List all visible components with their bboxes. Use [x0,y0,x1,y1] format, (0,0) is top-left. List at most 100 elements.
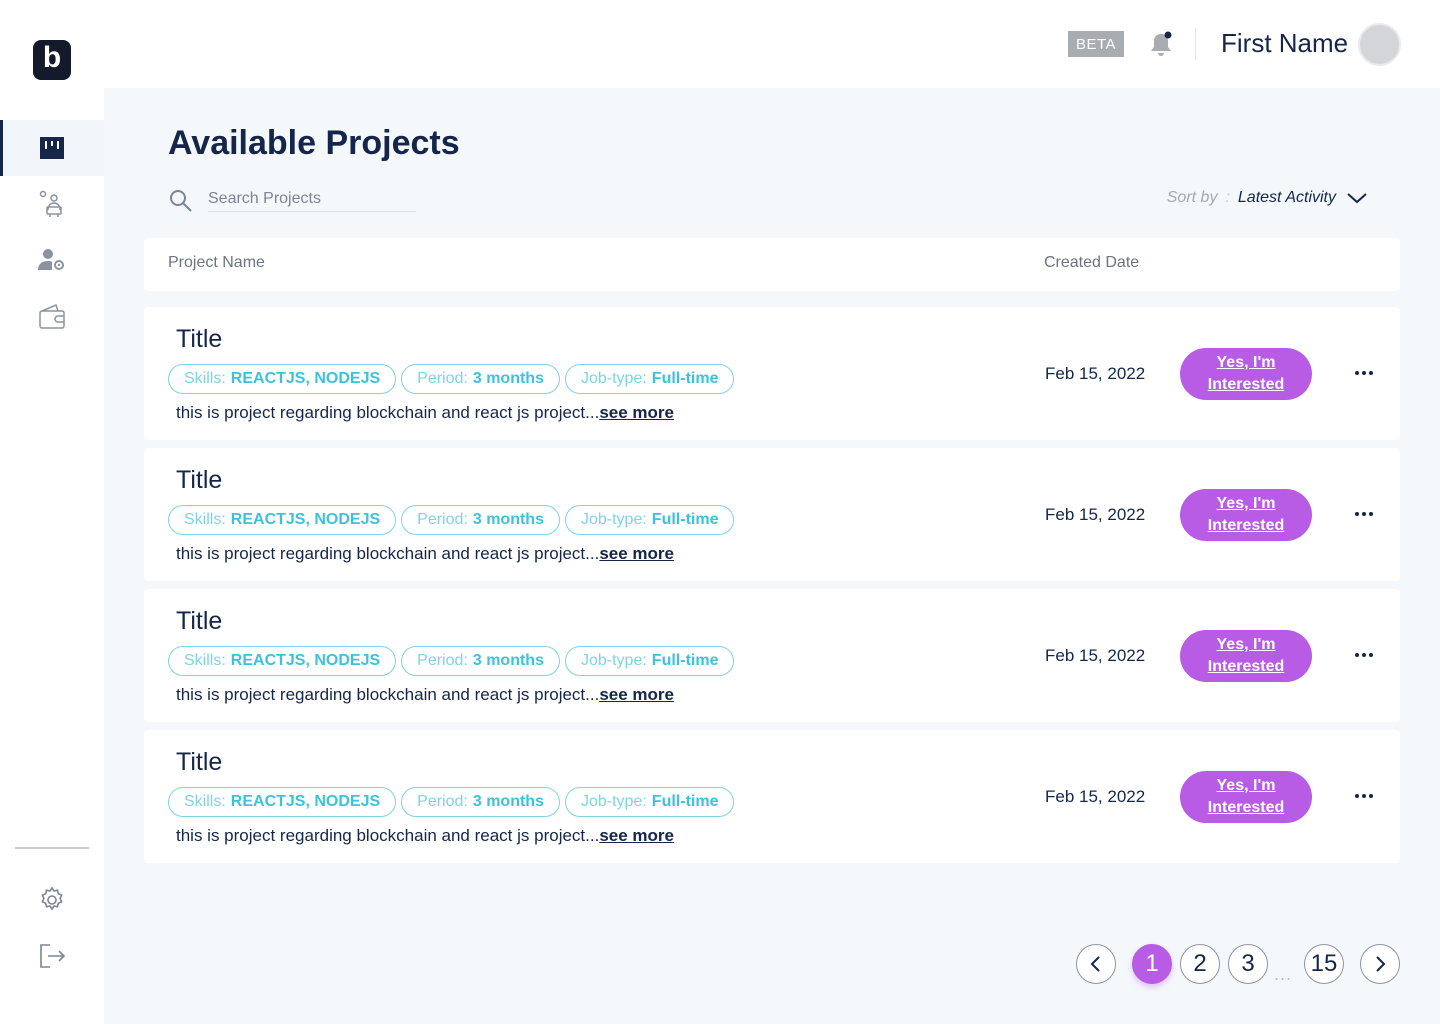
interested-button[interactable]: Yes, I'm Interested [1180,348,1312,400]
project-description: this is project regarding blockchain and… [176,685,674,705]
see-more-link[interactable]: see more [599,544,674,563]
chip-value: Full-time [651,652,719,669]
period-chip: Period: 3 months [401,646,560,676]
project-tags: Skills: REACTJS, NODEJS Period: 3 months J… [168,787,735,817]
logo-letter: b [42,41,62,74]
project-title[interactable]: Title [176,607,222,636]
project-tags: Skills: REACTJS, NODEJS Period: 3 months J… [168,364,735,394]
next-page-button[interactable] [1360,944,1400,984]
table-row[interactable]: Title Skills: REACTJS, NODEJS Period: 3 mo… [144,448,1400,581]
sidebar-item-user-settings[interactable] [0,232,104,288]
table-row[interactable]: Title Skills: REACTJS, NODEJS Period: 3 mo… [144,589,1400,722]
project-title[interactable]: Title [176,748,222,777]
page-button-2[interactable]: 2 [1180,944,1220,984]
column-header-project-name: Project Name [168,254,265,271]
interested-button[interactable]: Yes, I'm Interested [1180,489,1312,541]
interested-button[interactable]: Yes, I'm Interested [1180,771,1312,823]
chip-value: 3 months [472,511,544,528]
main-content: Available Projects Sort by : Latest Acti… [104,88,1440,1024]
logout-icon [40,944,66,968]
pagination-ellipsis: ... [1274,964,1293,984]
period-chip: Period: 3 months [401,787,560,817]
page-button-3[interactable]: 3 [1228,944,1268,984]
project-title[interactable]: Title [176,325,222,354]
chevron-left-icon [1090,956,1100,972]
period-chip: Period: 3 months [401,505,560,535]
chip-value: 3 months [472,793,544,810]
sidebar-divider [15,847,89,849]
table-row[interactable]: Title Skills: REACTJS, NODEJS Period: 3 mo… [144,730,1400,863]
sidebar-item-wallet[interactable] [0,288,104,344]
sidebar-item-settings[interactable] [0,872,104,928]
project-tags: Skills: REACTJS, NODEJS Period: 3 months J… [168,646,735,676]
chip-value: REACTJS, NODEJS [230,370,381,387]
chip-label: Period: [417,652,468,669]
chip-value: REACTJS, NODEJS [230,793,381,810]
skills-chip: Skills: REACTJS, NODEJS [168,364,397,394]
table-row[interactable]: Title Skills: REACTJS, NODEJS Period: 3 mo… [144,307,1400,440]
gear-icon [41,886,63,911]
chip-value: Full-time [651,793,719,810]
description-text: this is project regarding blockchain and… [176,685,600,704]
chip-label: Period: [417,793,468,810]
chip-label: Skills: [184,652,226,669]
user-name[interactable]: First Name [1221,28,1348,59]
project-tags: Skills: REACTJS, NODEJS Period: 3 months J… [168,505,735,535]
jobtype-chip: Job-type: Full-time [564,505,735,535]
topbar-divider [1195,28,1196,60]
chevron-down-icon [1347,193,1367,204]
chip-value: 3 months [472,370,544,387]
sidebar-item-logout[interactable] [0,928,104,984]
more-options-icon[interactable] [1352,363,1376,383]
skills-chip: Skills: REACTJS, NODEJS [168,646,397,676]
chip-label: Period: [417,370,468,387]
chevron-right-icon [1376,956,1386,972]
created-date: Feb 15, 2022 [1045,505,1146,524]
top-bar: BETA First Name [104,0,1440,88]
jobtype-chip: Job-type: Full-time [564,364,735,394]
see-more-link[interactable]: see more [599,826,674,845]
chip-label: Job-type: [580,370,647,387]
chip-value: 3 months [472,652,544,669]
skills-chip: Skills: REACTJS, NODEJS [168,505,397,535]
chip-value: REACTJS, NODEJS [230,511,381,528]
jobtype-chip: Job-type: Full-time [564,646,735,676]
chip-value: Full-time [651,370,719,387]
chip-label: Job-type: [580,652,647,669]
created-date: Feb 15, 2022 [1045,787,1146,806]
see-more-link[interactable]: see more [599,685,674,704]
projects-board-icon [40,137,64,159]
user-settings-icon [38,249,64,270]
brand-logo[interactable]: b [33,40,71,80]
prev-page-button[interactable] [1076,944,1116,984]
sort-separator: : [1225,189,1230,206]
page-button-last[interactable]: 15 [1304,944,1344,984]
wallet-icon [39,303,65,329]
chip-label: Skills: [184,511,226,528]
see-more-link[interactable]: see more [599,403,674,422]
beta-badge: BETA [1068,31,1124,57]
more-options-icon[interactable] [1352,786,1376,806]
avatar[interactable] [1358,23,1401,66]
project-title[interactable]: Title [176,466,222,495]
interested-button[interactable]: Yes, I'm Interested [1180,630,1312,682]
sidebar-item-team[interactable] [0,176,104,232]
chip-label: Job-type: [580,793,647,810]
chip-label: Skills: [184,370,226,387]
sidebar: b [0,0,104,1024]
jobtype-chip: Job-type: Full-time [564,787,735,817]
description-text: this is project regarding blockchain and… [176,403,600,422]
more-options-icon[interactable] [1352,504,1376,524]
skills-chip: Skills: REACTJS, NODEJS [168,787,397,817]
search-icon [170,190,192,212]
sidebar-item-projects[interactable] [0,120,104,176]
more-options-icon[interactable] [1352,645,1376,665]
page-title: Available Projects [168,124,460,162]
sort-dropdown[interactable]: Sort by : Latest Activity [1167,189,1368,207]
description-text: this is project regarding blockchain and… [176,544,600,563]
page-button-1[interactable]: 1 [1132,944,1172,984]
team-people-icon [39,190,62,217]
notification-bell-icon[interactable] [1148,30,1174,58]
search-input[interactable] [208,186,416,212]
column-header-created-date: Created Date [1044,254,1140,271]
